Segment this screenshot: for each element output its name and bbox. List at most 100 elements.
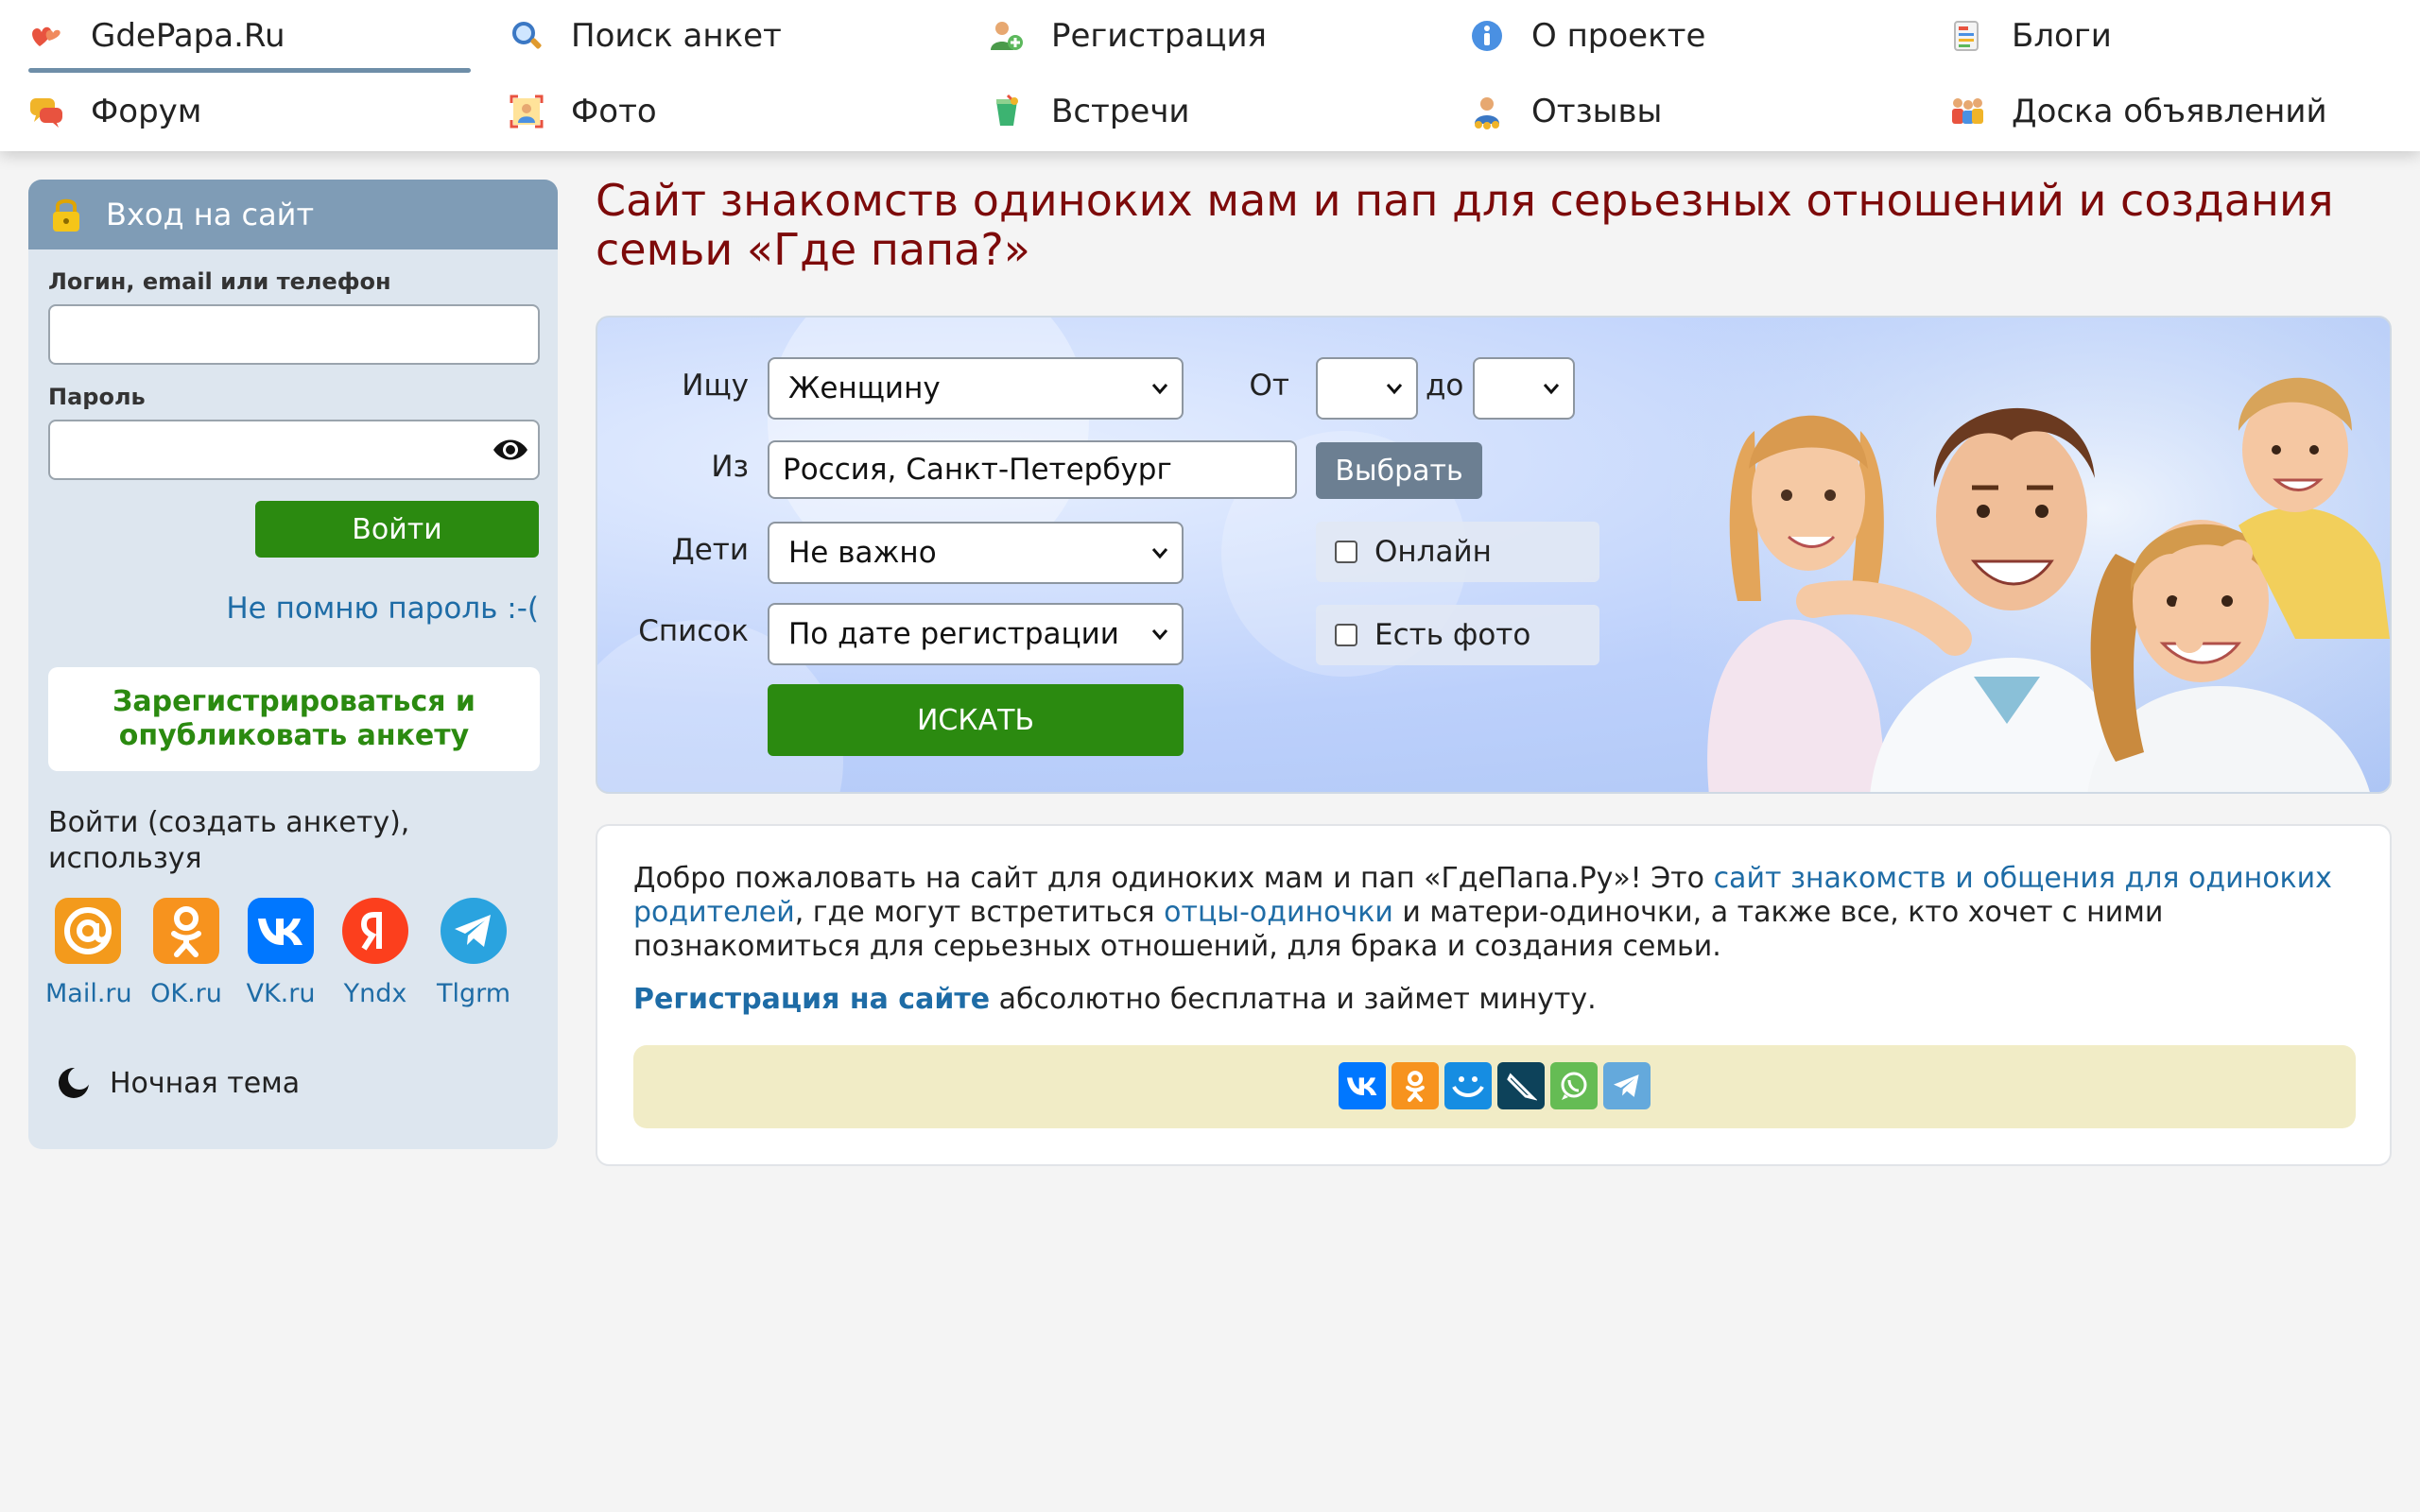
social-login-vk[interactable]: VK.ru — [238, 898, 323, 1008]
nav-item-board[interactable]: Доска объявлений — [1949, 81, 2327, 142]
share-ok-icon[interactable] — [1392, 1062, 1439, 1109]
social-label: OK.ru — [150, 979, 222, 1008]
search-form-panel: Ищу Женщину От до Из Россия, Санкт-Петер… — [596, 316, 2392, 794]
nav-label: Поиск анкет — [571, 17, 782, 55]
password-input[interactable] — [48, 420, 540, 480]
nav-item-blogs[interactable]: Блоги — [1949, 6, 2112, 66]
checkbox-box[interactable] — [1335, 541, 1357, 563]
kids-value: Не важно — [788, 536, 937, 570]
login-sidebar: Вход на сайт Логин, email или телефон Па… — [28, 180, 558, 1149]
has-photo-checkbox[interactable]: Есть фото — [1316, 605, 1599, 665]
nav-item-search[interactable]: Поиск анкет — [509, 6, 782, 66]
review-person-icon — [1469, 94, 1505, 129]
seek-value: Женщину — [788, 371, 941, 405]
forgot-password-link[interactable]: Не помню пароль :-( — [226, 592, 539, 626]
photo-icon — [509, 94, 544, 129]
seek-select[interactable]: Женщину — [768, 357, 1184, 420]
password-label: Пароль — [48, 384, 146, 410]
nav-item-photo[interactable]: Фото — [509, 81, 657, 142]
age-from-select[interactable] — [1316, 357, 1418, 420]
share-vk-icon[interactable] — [1339, 1062, 1386, 1109]
register-button-label: Зарегистрироваться и опубликовать анкету — [112, 685, 475, 752]
social-login-mailru[interactable]: Mail.ru — [45, 898, 132, 1008]
has-photo-label: Есть фото — [1374, 618, 1531, 652]
age-from-label: От — [1249, 369, 1289, 403]
nav-item-home[interactable]: GdePapa.Ru — [28, 6, 285, 66]
checkbox-box[interactable] — [1335, 624, 1357, 646]
yandex-icon — [342, 898, 408, 964]
age-to-select[interactable] — [1473, 357, 1575, 420]
city-value: Россия, Санкт-Петербург — [783, 453, 1172, 487]
age-to-label: до — [1426, 369, 1464, 403]
top-navigation: GdePapa.Ru Поиск анкет Регистрация О про… — [0, 0, 2420, 151]
choose-city-button[interactable]: Выбрать — [1316, 442, 1482, 499]
chat-bubbles-icon — [28, 94, 64, 129]
chevron-down-icon — [1151, 629, 1168, 641]
social-login-yandex[interactable]: Yndx — [333, 898, 418, 1008]
nav-item-forum[interactable]: Форум — [28, 81, 201, 142]
nav-label: Доска объявлений — [2012, 93, 2327, 130]
register-button[interactable]: Зарегистрироваться и опубликовать анкету — [48, 667, 540, 771]
sort-select[interactable]: По дате регистрации — [768, 603, 1184, 665]
eye-icon[interactable] — [493, 435, 528, 465]
nav-label: О проекте — [1531, 17, 1706, 55]
login-button[interactable]: Войти — [255, 501, 539, 558]
kids-select[interactable]: Не важно — [768, 522, 1184, 584]
single-fathers-link[interactable]: отцы-одиночки — [1164, 896, 1393, 929]
share-moimir-icon[interactable] — [1444, 1062, 1492, 1109]
cocktail-icon — [989, 94, 1025, 129]
nav-label: Отзывы — [1531, 93, 1663, 130]
mailru-icon — [55, 898, 121, 964]
sort-value: По дате регистрации — [788, 617, 1119, 651]
add-user-icon — [989, 18, 1025, 54]
registration-link[interactable]: Регистрация на сайте — [633, 983, 990, 1016]
chevron-down-icon — [1151, 384, 1168, 395]
welcome-paragraph: Добро пожаловать на сайт для одиноких ма… — [633, 862, 2363, 964]
online-label: Онлайн — [1374, 535, 1492, 569]
share-livejournal-icon[interactable] — [1497, 1062, 1545, 1109]
active-tab-indicator — [28, 68, 471, 73]
login-label: Логин, email или телефон — [48, 268, 391, 295]
vk-icon — [248, 898, 314, 964]
list-label: Список — [638, 614, 749, 648]
welcome-text: , где могут встретиться — [794, 896, 1165, 929]
night-theme-toggle[interactable]: Ночная тема — [57, 1066, 300, 1100]
moon-icon — [57, 1066, 91, 1100]
magnifier-icon — [509, 18, 544, 54]
share-bar — [633, 1045, 2356, 1128]
info-icon — [1469, 18, 1505, 54]
share-whatsapp-icon[interactable] — [1550, 1062, 1598, 1109]
nav-label: Встречи — [1051, 93, 1190, 130]
social-login-telegram[interactable]: Tlgrm — [431, 898, 516, 1008]
blog-icon — [1949, 18, 1985, 54]
nav-item-reviews[interactable]: Отзывы — [1469, 81, 1662, 142]
nav-label: Регистрация — [1051, 17, 1267, 55]
social-login-ok[interactable]: OK.ru — [144, 898, 229, 1008]
family-illustration — [1671, 318, 2390, 792]
search-button[interactable]: ИСКАТЬ — [768, 684, 1184, 756]
chevron-down-icon — [1151, 548, 1168, 559]
seek-label: Ищу — [682, 369, 749, 403]
nav-item-registration[interactable]: Регистрация — [989, 6, 1267, 66]
login-title: Вход на сайт — [106, 197, 315, 232]
welcome-box: Добро пожаловать на сайт для одиноких ма… — [596, 824, 2392, 1166]
share-telegram-icon[interactable] — [1603, 1062, 1651, 1109]
social-label: Tlgrm — [436, 979, 511, 1008]
nav-item-meetings[interactable]: Встречи — [989, 81, 1190, 142]
social-label: Yndx — [343, 979, 407, 1008]
chevron-down-icon — [1543, 384, 1560, 395]
people-board-icon — [1949, 94, 1985, 129]
page-title: Сайт знакомств одиноких мам и пап для се… — [596, 175, 2334, 275]
city-label: Из — [711, 450, 749, 484]
online-checkbox[interactable]: Онлайн — [1316, 522, 1599, 582]
city-input[interactable]: Россия, Санкт-Петербург — [768, 440, 1297, 499]
login-input[interactable] — [48, 304, 540, 365]
chevron-down-icon — [1386, 384, 1403, 395]
registration-paragraph: Регистрация на сайте абсолютно бесплатна… — [633, 983, 1597, 1017]
nav-label: Блоги — [2012, 17, 2112, 55]
hearts-icon — [28, 18, 64, 54]
nav-item-about[interactable]: О проекте — [1469, 6, 1705, 66]
nav-label: Форум — [91, 93, 202, 130]
night-theme-label: Ночная тема — [110, 1066, 301, 1100]
registration-text: абсолютно бесплатна и займет минуту. — [990, 983, 1597, 1016]
